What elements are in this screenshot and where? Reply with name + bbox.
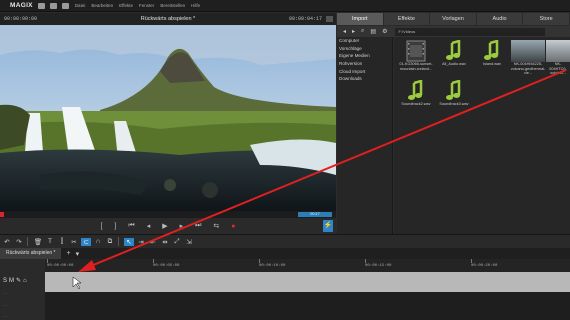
drag-arrow-head (78, 260, 96, 272)
mouse-cursor-icon (72, 276, 82, 290)
drag-arrow-line (85, 69, 567, 269)
drag-arrow-overlay (72, 69, 567, 290)
